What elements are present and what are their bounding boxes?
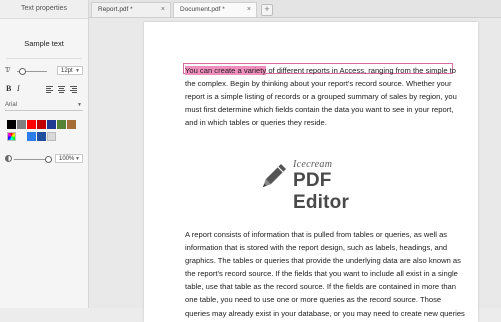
sample-text-preview: Sample text xyxy=(24,39,64,48)
color-swatch[interactable] xyxy=(57,120,66,129)
font-family-value: Arial xyxy=(5,102,18,108)
italic-button[interactable]: I xyxy=(17,84,20,93)
text-properties-panel: Text properties Sample text T̸ 12pt ▼ B … xyxy=(0,0,89,308)
font-family-select[interactable]: Arial ▼ xyxy=(5,101,83,111)
document-canvas: You can create a variety of different re… xyxy=(89,18,501,322)
font-size-select[interactable]: 12pt ▼ xyxy=(57,66,83,75)
highlighted-text: You can create a variety xyxy=(185,66,267,75)
color-swatch[interactable] xyxy=(27,120,36,129)
chevron-down-icon: ▼ xyxy=(75,68,80,74)
opacity-slider-handle[interactable] xyxy=(45,156,52,163)
close-icon[interactable]: × xyxy=(161,3,165,17)
opacity-value: 100% xyxy=(59,156,75,162)
panel-title: Text properties xyxy=(0,0,88,19)
align-center-icon[interactable] xyxy=(58,86,65,93)
tab-label: Report.pdf * xyxy=(98,6,133,13)
pencil-icon xyxy=(263,164,286,187)
chevron-down-icon: ▼ xyxy=(75,156,80,162)
paragraph-1[interactable]: You can create a variety of different re… xyxy=(185,64,468,129)
color-swatch[interactable] xyxy=(37,120,46,129)
tab-label: Document.pdf * xyxy=(180,6,225,13)
text-size-icon: T̸ xyxy=(5,66,10,74)
color-swatch[interactable] xyxy=(67,120,76,129)
color-swatch[interactable] xyxy=(7,120,16,129)
tab-report-pdf[interactable]: Report.pdf * × xyxy=(91,2,171,17)
opacity-select[interactable]: 100% ▼ xyxy=(55,154,83,163)
color-picker-icon[interactable] xyxy=(7,132,16,141)
align-right-icon[interactable] xyxy=(70,86,77,93)
new-tab-button[interactable]: + xyxy=(261,4,273,16)
color-swatch[interactable] xyxy=(27,132,36,141)
format-row: B I xyxy=(6,84,84,94)
color-swatch[interactable] xyxy=(47,132,56,141)
bold-button[interactable]: B xyxy=(6,84,11,93)
font-size-slider-handle[interactable] xyxy=(19,68,26,75)
divider xyxy=(6,58,82,59)
paragraph-2[interactable]: A report consists of information that is… xyxy=(185,228,468,320)
icecream-pdf-editor-logo: Icecream PDF Editor xyxy=(249,157,389,213)
close-icon[interactable]: × xyxy=(247,3,251,17)
tab-document-pdf[interactable]: Document.pdf * × xyxy=(173,2,257,17)
font-size-value: 12pt xyxy=(61,68,73,74)
pdf-page: You can create a variety of different re… xyxy=(144,22,478,322)
color-swatch[interactable] xyxy=(47,120,56,129)
chevron-down-icon: ▼ xyxy=(77,102,82,108)
opacity-row: 100% ▼ xyxy=(5,154,83,164)
align-left-icon[interactable] xyxy=(46,86,53,93)
paragraph-text: of different reports in Access, ranging … xyxy=(185,66,457,128)
opacity-icon xyxy=(5,155,12,162)
logo-main-text: PDF Editor xyxy=(293,170,350,213)
tab-bar: Report.pdf * × Document.pdf * × + xyxy=(89,0,501,18)
font-size-row: T̸ 12pt ▼ xyxy=(5,66,83,76)
logo-top-text: Icecream xyxy=(293,159,333,170)
color-swatch[interactable] xyxy=(37,132,46,141)
color-swatch[interactable] xyxy=(17,120,26,129)
